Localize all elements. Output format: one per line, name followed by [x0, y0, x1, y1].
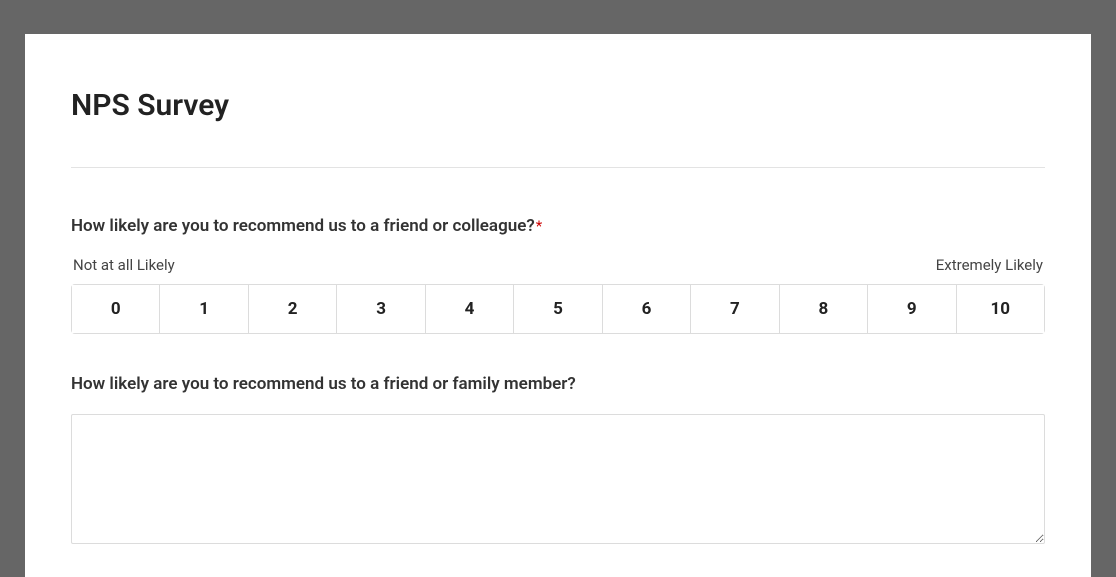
question-label: How likely are you to recommend us to a …	[71, 374, 1045, 394]
rating-scale: 0 1 2 3 4 5 6 7 8 9 10	[71, 284, 1045, 334]
rating-option-0[interactable]: 0	[72, 285, 160, 333]
rating-option-2[interactable]: 2	[249, 285, 337, 333]
survey-title: NPS Survey	[71, 88, 1045, 123]
rating-option-8[interactable]: 8	[780, 285, 868, 333]
survey-page: NPS Survey How likely are you to recomme…	[25, 34, 1091, 577]
required-indicator: *	[536, 217, 542, 235]
rating-option-4[interactable]: 4	[426, 285, 514, 333]
rating-option-7[interactable]: 7	[691, 285, 779, 333]
question-text: How likely are you to recommend us to a …	[71, 374, 576, 394]
question-nps-scale: How likely are you to recommend us to a …	[71, 216, 1045, 334]
question-label: How likely are you to recommend us to a …	[71, 216, 1045, 236]
question-open-text: How likely are you to recommend us to a …	[71, 374, 1045, 548]
scale-high-label: Extremely Likely	[936, 256, 1043, 274]
rating-option-9[interactable]: 9	[868, 285, 956, 333]
rating-option-5[interactable]: 5	[514, 285, 602, 333]
rating-option-6[interactable]: 6	[603, 285, 691, 333]
scale-low-label: Not at all Likely	[73, 256, 175, 274]
scale-anchor-labels: Not at all Likely Extremely Likely	[71, 256, 1045, 274]
title-divider	[71, 167, 1045, 168]
open-text-input[interactable]	[71, 414, 1045, 544]
rating-option-10[interactable]: 10	[957, 285, 1044, 333]
question-text: How likely are you to recommend us to a …	[71, 216, 535, 236]
rating-option-1[interactable]: 1	[160, 285, 248, 333]
rating-option-3[interactable]: 3	[337, 285, 425, 333]
